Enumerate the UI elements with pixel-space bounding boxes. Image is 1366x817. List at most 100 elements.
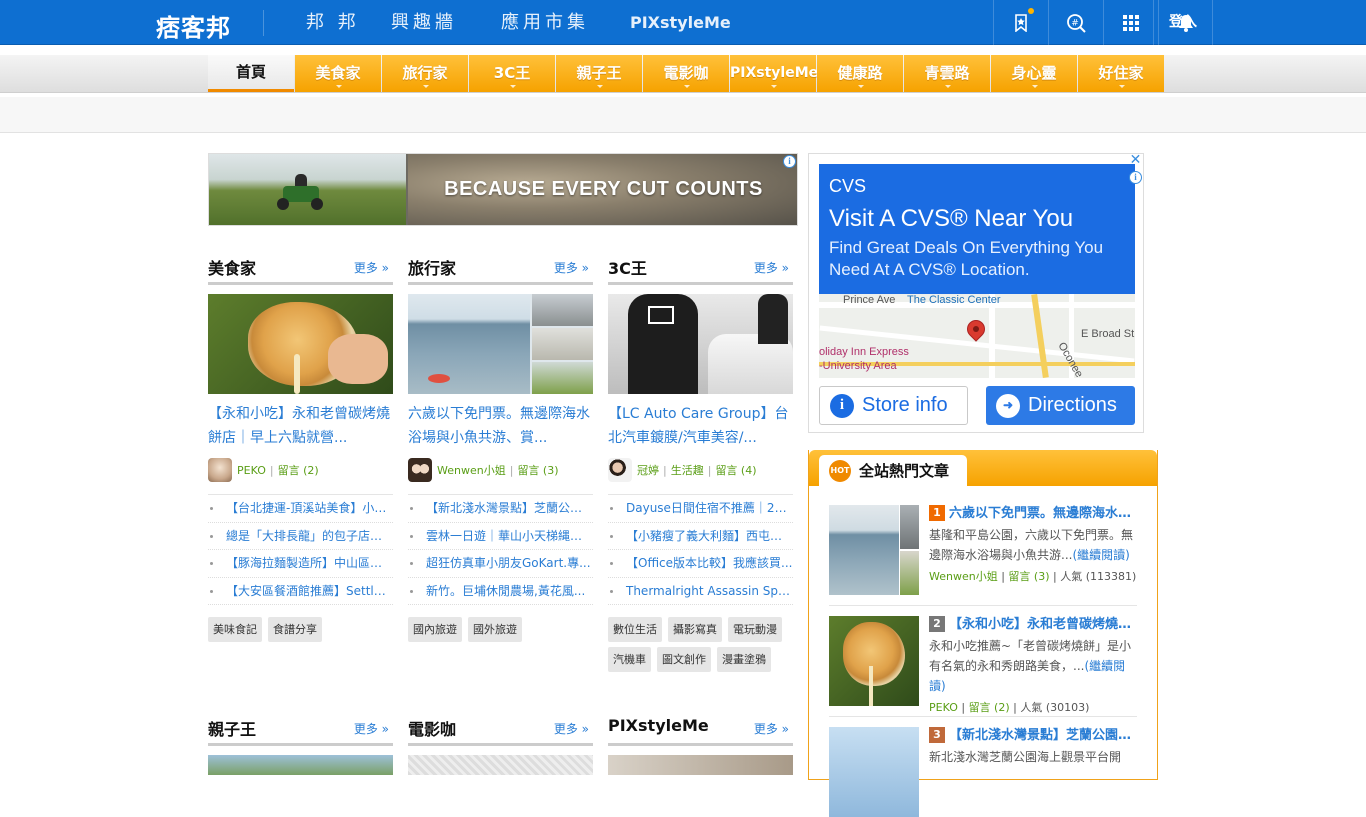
apps-grid-icon[interactable] xyxy=(1103,0,1158,45)
author-name[interactable]: Wenwen小姐 xyxy=(437,462,506,478)
search-icon[interactable]: # xyxy=(1048,0,1103,45)
hot-title: 全站熱門文章 xyxy=(859,462,950,480)
tab-travel[interactable]: 旅行家 xyxy=(382,55,468,92)
tab-pixstyleme[interactable]: PIXstyleMe xyxy=(730,55,818,92)
more-link[interactable]: 更多 » xyxy=(554,259,589,276)
tab-home-living[interactable]: 好住家 xyxy=(1078,55,1164,92)
hot-item[interactable]: 3 【新北淺水灣景點】芝蘭公園海上觀景平台 新北淺水灣芝蘭公園海上觀景平台開 xyxy=(829,727,1137,817)
feature-title[interactable]: 六歲以下免門票。無邊際海水浴場與小魚共游、賞... xyxy=(408,402,593,450)
tag[interactable]: 圖文創作 xyxy=(657,647,711,672)
list-item[interactable]: 新竹。巨埔休閒農場,黃花風... xyxy=(408,578,593,605)
list-item[interactable]: 【豚海拉麵製造所】中山區拉麵... xyxy=(208,550,393,578)
tab-home[interactable]: 首頁 xyxy=(208,55,294,92)
hot-tab[interactable]: HOT 全站熱門文章 xyxy=(819,455,967,486)
hot-item-title[interactable]: 六歲以下免門票。無邊際海水浴場與小魚共游 xyxy=(949,506,1137,521)
avatar[interactable] xyxy=(408,458,432,482)
hot-thumbnail[interactable] xyxy=(829,505,919,595)
avatar[interactable] xyxy=(608,458,632,482)
feature-title[interactable]: 【永和小吃】永和老曾碳烤燒餅店｜早上六點就營... xyxy=(208,402,393,450)
tag[interactable]: 攝影寫真 xyxy=(668,617,722,642)
tag[interactable]: 食譜分享 xyxy=(268,617,322,642)
feature-thumbnail[interactable] xyxy=(408,294,593,394)
feature-thumbnail[interactable] xyxy=(208,294,393,394)
hot-item-title[interactable]: 【永和小吃】永和老曾碳烤燒餅店 xyxy=(949,617,1137,632)
tab-parenting[interactable]: 親子王 xyxy=(556,55,642,92)
top-bar: 痞客邦 邦 邦 興趣牆 應用市集 PIXstyleMe # 登入 xyxy=(0,0,1366,45)
comment-count[interactable]: 留言 (3) xyxy=(517,462,558,478)
feature-thumbnail[interactable] xyxy=(608,294,793,394)
tag[interactable]: 國外旅遊 xyxy=(468,617,522,642)
list-item[interactable]: 總是「大排長龍」的包子店！... xyxy=(208,523,393,550)
directions-label: Directions xyxy=(1028,394,1117,416)
nav-pixstyleme[interactable]: PIXstyleMe xyxy=(630,0,731,45)
close-icon[interactable]: ✕ xyxy=(1128,153,1143,168)
more-link[interactable]: 更多 » xyxy=(354,720,389,737)
list-item[interactable]: 【小豬瘦了義大利麵】西屯聚... xyxy=(608,523,793,550)
author-name[interactable]: 冠婷 xyxy=(637,462,659,478)
ad-brand: CVS xyxy=(829,176,867,196)
more-link[interactable]: 更多 » xyxy=(554,720,589,737)
cvs-ad-box[interactable]: CVS Visit A CVS® Near You Find Great Dea… xyxy=(819,164,1135,294)
tag[interactable]: 漫畫塗鴉 xyxy=(717,647,771,672)
hot-item-comments[interactable]: 留言 (3) xyxy=(1008,570,1049,583)
ad-info-icon[interactable]: i xyxy=(1129,171,1142,184)
author-name[interactable]: PEKO xyxy=(237,464,266,477)
side-ad[interactable]: CVS Visit A CVS® Near You Find Great Dea… xyxy=(808,153,1144,433)
directions-button[interactable]: ➜ Directions xyxy=(986,386,1135,425)
banner-ad[interactable]: BECAUSE EVERY CUT COUNTS xyxy=(208,153,798,226)
read-more-link[interactable]: (繼續閱讀) xyxy=(1072,548,1129,562)
feature-thumbnail[interactable] xyxy=(208,755,393,775)
ad-map[interactable]: Prince Ave The Classic Center E Broad St… xyxy=(819,294,1135,378)
list-item[interactable]: 【大安區餐酒館推薦】Settle ... xyxy=(208,578,393,605)
tag[interactable]: 國內旅遊 xyxy=(408,617,462,642)
pixnet-logo[interactable]: 痞客邦 xyxy=(156,8,231,42)
hot-item-author[interactable]: Wenwen小姐 xyxy=(929,570,998,583)
section-title: PIXstyleMe xyxy=(608,716,709,735)
section-header: 親子王 更多 » xyxy=(208,712,393,746)
author-category[interactable]: 生活趣 xyxy=(671,462,704,478)
tab-movie[interactable]: 電影咖 xyxy=(643,55,729,92)
hot-item-comments[interactable]: 留言 (2) xyxy=(969,701,1010,714)
more-link[interactable]: 更多 » xyxy=(754,259,789,276)
tab-mind-body[interactable]: 身心靈 xyxy=(991,55,1077,92)
list-item[interactable]: 雲林一日遊｜華山小天梯縄索... xyxy=(408,523,593,550)
hot-item[interactable]: 1六歲以下免門票。無邊際海水浴場與小魚共游 基隆和平島公園，六歲以下免門票。無邊… xyxy=(829,505,1137,606)
hot-body: 3 【新北淺水灣景點】芝蘭公園海上觀景平台 新北淺水灣芝蘭公園海上觀景平台開 xyxy=(929,727,1137,767)
tab-food[interactable]: 美食家 xyxy=(295,55,381,92)
list-item[interactable]: 【新北淺水灣景點】芝蘭公園海上... xyxy=(408,495,593,523)
list-item[interactable]: Dayuse日間住宿不推薦｜2023... xyxy=(608,495,793,523)
list-item[interactable]: 【台北捷運-頂溪站美食】小籠湯包... xyxy=(208,495,393,523)
login-button[interactable]: 登入 xyxy=(1153,0,1213,45)
comment-count[interactable]: 留言 (2) xyxy=(278,462,319,478)
feature-thumbnail[interactable] xyxy=(608,755,793,775)
tag[interactable]: 美味食記 xyxy=(208,617,262,642)
comment-count[interactable]: 留言 (4) xyxy=(715,462,756,478)
tab-health[interactable]: 健康路 xyxy=(817,55,903,92)
avatar[interactable] xyxy=(208,458,232,482)
hot-thumbnail[interactable] xyxy=(829,616,919,706)
more-link[interactable]: 更多 » xyxy=(754,720,789,737)
list-item[interactable]: Thermalright Assassin Spirit ... xyxy=(608,578,793,605)
ad-info-icon[interactable]: i xyxy=(783,155,796,168)
bookmark-icon[interactable] xyxy=(993,0,1048,45)
store-info-label: Store info xyxy=(862,394,948,416)
tag[interactable]: 電玩動漫 xyxy=(728,617,782,642)
list-item[interactable]: 【Office版本比較】我應該買... xyxy=(608,550,793,578)
tag[interactable]: 數位生活 xyxy=(608,617,662,642)
hot-item[interactable]: 2 【永和小吃】永和老曾碳烤燒餅店 永和小吃推薦~「老曾碳烤燒餅」是小有名氣的永和… xyxy=(829,616,1137,717)
hot-item-author[interactable]: PEKO xyxy=(929,701,958,714)
tag[interactable]: 汽機車 xyxy=(608,647,651,672)
hot-item-title[interactable]: 【新北淺水灣景點】芝蘭公園海上觀景平台 xyxy=(949,728,1137,743)
hot-thumbnail[interactable] xyxy=(829,727,919,817)
nav-interest-wall[interactable]: 興趣牆 xyxy=(391,0,457,45)
tab-career[interactable]: 青雲路 xyxy=(904,55,990,92)
feature-thumbnail[interactable] xyxy=(408,755,593,775)
more-link[interactable]: 更多 » xyxy=(354,259,389,276)
list-item[interactable]: 超狂仿真車小朋友GoKart.專... xyxy=(408,550,593,578)
store-info-button[interactable]: i Store info xyxy=(819,386,968,425)
nav-bangbang[interactable]: 邦 邦 xyxy=(306,0,360,45)
section-title: 美食家 xyxy=(208,259,257,278)
feature-title[interactable]: 【LC Auto Care Group】台北汽車鍍膜/汽車美容/... xyxy=(608,402,793,450)
tab-3c[interactable]: 3C王 xyxy=(469,55,555,92)
nav-app-market[interactable]: 應用市集 xyxy=(501,0,589,45)
